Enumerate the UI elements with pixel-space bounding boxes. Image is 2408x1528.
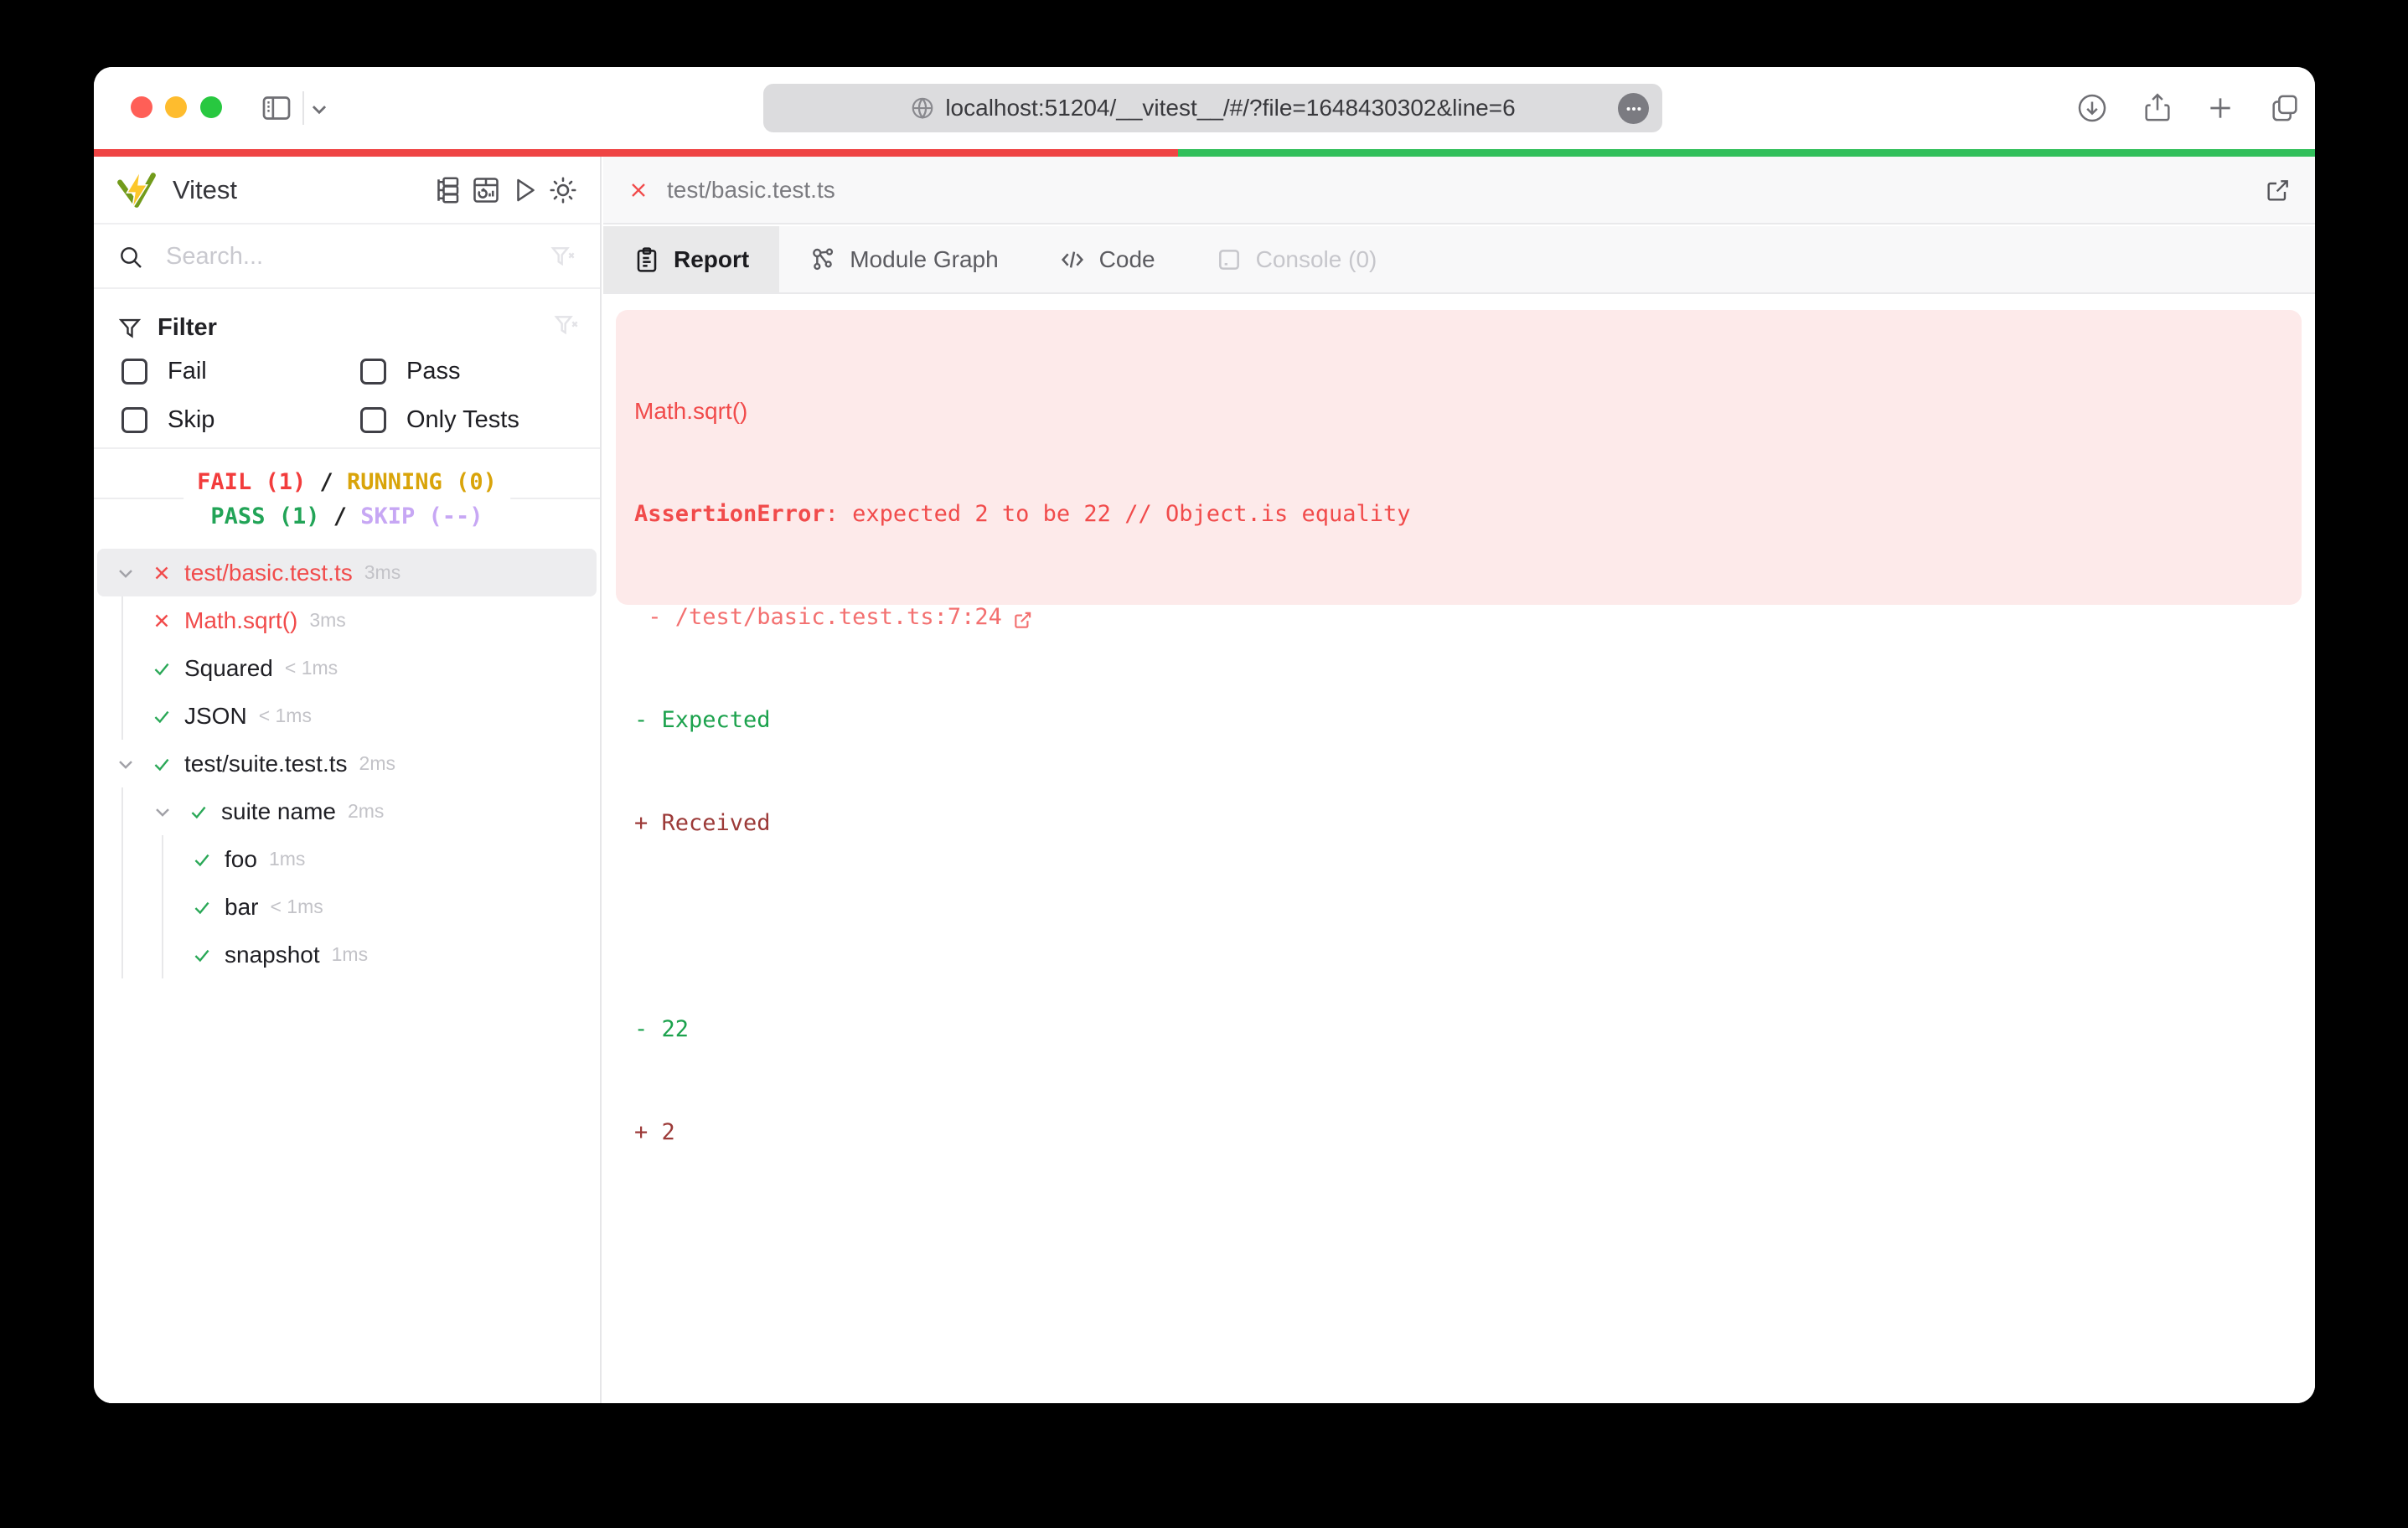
minimize-window-button[interactable] — [165, 96, 187, 118]
address-bar[interactable]: localhost:51204/__vitest__/#/?file=16484… — [763, 84, 1662, 132]
theme-sun-icon[interactable] — [548, 175, 578, 205]
fail-x-icon — [151, 562, 173, 584]
share-icon[interactable] — [2141, 91, 2174, 125]
filter-title: Filter — [117, 314, 217, 342]
clipboard-icon — [633, 246, 660, 273]
tab-code[interactable]: Code — [1029, 226, 1186, 292]
code-icon — [1059, 246, 1086, 273]
test-progress-bar — [94, 149, 2315, 157]
sidebar-toggle-icon[interactable] — [260, 91, 293, 125]
download-icon[interactable] — [2075, 91, 2109, 125]
tree-row-snapshot[interactable]: snapshot 1ms — [94, 931, 600, 978]
error-panel: Math.sqrt() AssertionError: expected 2 t… — [616, 310, 2302, 1145]
chevron-down-icon[interactable] — [151, 800, 174, 823]
stack-trace-link[interactable]: - /test/basic.test.ts:7:24 — [634, 600, 2281, 634]
tab-overview-icon[interactable] — [2268, 91, 2302, 125]
console-icon — [1216, 246, 1243, 273]
pass-check-icon — [191, 944, 213, 966]
tab-module-graph[interactable]: Module Graph — [779, 226, 1028, 292]
sidebar-header: Vitest — [94, 157, 600, 225]
filter-checkbox-only-tests[interactable]: Only Tests — [360, 406, 519, 434]
view-tabs: Report Module Graph Code Console (0) — [603, 226, 2315, 294]
pass-check-icon — [191, 849, 213, 870]
pass-check-icon — [191, 896, 213, 918]
pass-check-icon — [151, 753, 173, 775]
run-all-icon[interactable] — [509, 175, 540, 205]
funnel-icon — [117, 316, 142, 341]
close-window-button[interactable] — [131, 96, 152, 118]
tree-row-bar[interactable]: bar < 1ms — [94, 883, 600, 931]
close-x-icon[interactable] — [627, 178, 650, 202]
titlebar-divider — [302, 91, 304, 125]
main-panel: test/basic.test.ts Report Module Graph C… — [603, 157, 2315, 1403]
tree-row-json[interactable]: JSON < 1ms — [94, 692, 600, 740]
tab-console[interactable]: Console (0) — [1186, 226, 1408, 292]
new-tab-icon[interactable] — [2204, 91, 2237, 125]
tree-row-suite-name[interactable]: suite name 2ms — [94, 787, 600, 835]
browser-titlebar: localhost:51204/__vitest__/#/?file=16484… — [94, 67, 2315, 149]
app-title: Vitest — [173, 174, 237, 204]
test-summary: FAIL (1) / RUNNING (0) PASS (1) / SKIP (… — [94, 449, 600, 549]
diff-received-label: + Received — [634, 810, 771, 836]
tree-row-test-suite[interactable]: test/suite.test.ts 2ms — [94, 740, 600, 787]
tree-row-squared[interactable]: Squared < 1ms — [94, 644, 600, 692]
browser-window: localhost:51204/__vitest__/#/?file=16484… — [94, 67, 2315, 1403]
tree-row-foo[interactable]: foo 1ms — [94, 835, 600, 883]
file-tab-label: test/basic.test.ts — [667, 176, 835, 203]
expand-tree-icon[interactable] — [432, 175, 462, 205]
diff-expected-label: - Expected — [634, 707, 771, 733]
chevron-down-icon[interactable] — [114, 561, 137, 585]
fail-x-icon — [151, 610, 173, 632]
sidebar: Vitest Search... Filter Fail Pass Skip O… — [94, 157, 602, 1403]
search-icon — [117, 244, 144, 271]
diff-expected-value: - 22 — [634, 1016, 690, 1042]
chevron-down-icon[interactable] — [305, 95, 333, 123]
filter-checkbox-skip[interactable]: Skip — [121, 406, 214, 434]
pass-check-icon — [151, 705, 173, 727]
vitest-logo-icon — [116, 169, 158, 211]
clear-search-funnel-x-icon[interactable] — [550, 244, 576, 271]
checkbox[interactable] — [360, 407, 386, 433]
checkbox[interactable] — [121, 407, 147, 433]
ellipsis-icon[interactable] — [1618, 93, 1649, 124]
dashboard-icon[interactable] — [471, 175, 501, 205]
progress-pass-segment — [1177, 149, 2315, 157]
tree-row-test-basic[interactable]: test/basic.test.ts 3ms — [97, 549, 597, 596]
pass-check-icon — [151, 658, 173, 679]
url-text: localhost:51204/__vitest__/#/?file=16484… — [945, 95, 1516, 121]
vitest-ui: Vitest Search... Filter Fail Pass Skip O… — [94, 157, 2315, 1403]
summary-line-1: FAIL (1) / RUNNING (0) — [197, 468, 497, 495]
external-link-icon[interactable] — [2265, 177, 2292, 204]
search-bar — [94, 226, 600, 289]
summary-line-2: PASS (1) / SKIP (--) — [210, 503, 483, 529]
zoom-window-button[interactable] — [200, 96, 222, 118]
checkbox[interactable] — [121, 359, 147, 385]
checkbox[interactable] — [360, 359, 386, 385]
diff-received-value: + 2 — [634, 1119, 675, 1145]
chevron-down-icon[interactable] — [114, 752, 137, 776]
clear-filter-funnel-x-icon[interactable] — [553, 312, 580, 339]
search-input[interactable] — [166, 243, 550, 271]
progress-fail-segment — [94, 149, 1178, 157]
tree-row-math-sqrt[interactable]: Math.sqrt() 3ms — [94, 596, 600, 644]
test-tree: test/basic.test.ts 3ms Math.sqrt() 3ms S… — [94, 549, 600, 978]
file-tab-bar: test/basic.test.ts — [603, 157, 2315, 225]
tab-report[interactable]: Report — [603, 226, 780, 292]
failed-test-name: Math.sqrt() — [634, 398, 748, 424]
external-link-icon[interactable] — [1012, 607, 1034, 628]
filter-checkbox-fail[interactable]: Fail — [121, 358, 207, 385]
pass-check-icon — [188, 801, 209, 823]
module-graph-icon — [809, 246, 836, 273]
filter-checkbox-pass[interactable]: Pass — [360, 358, 460, 385]
filter-section: Filter Fail Pass Skip Only Tests — [94, 291, 600, 449]
globe-icon — [910, 96, 935, 121]
report-view: Math.sqrt() AssertionError: expected 2 t… — [603, 296, 2315, 1403]
assertion-error-line: AssertionError: expected 2 to be 22 // O… — [634, 501, 1411, 527]
